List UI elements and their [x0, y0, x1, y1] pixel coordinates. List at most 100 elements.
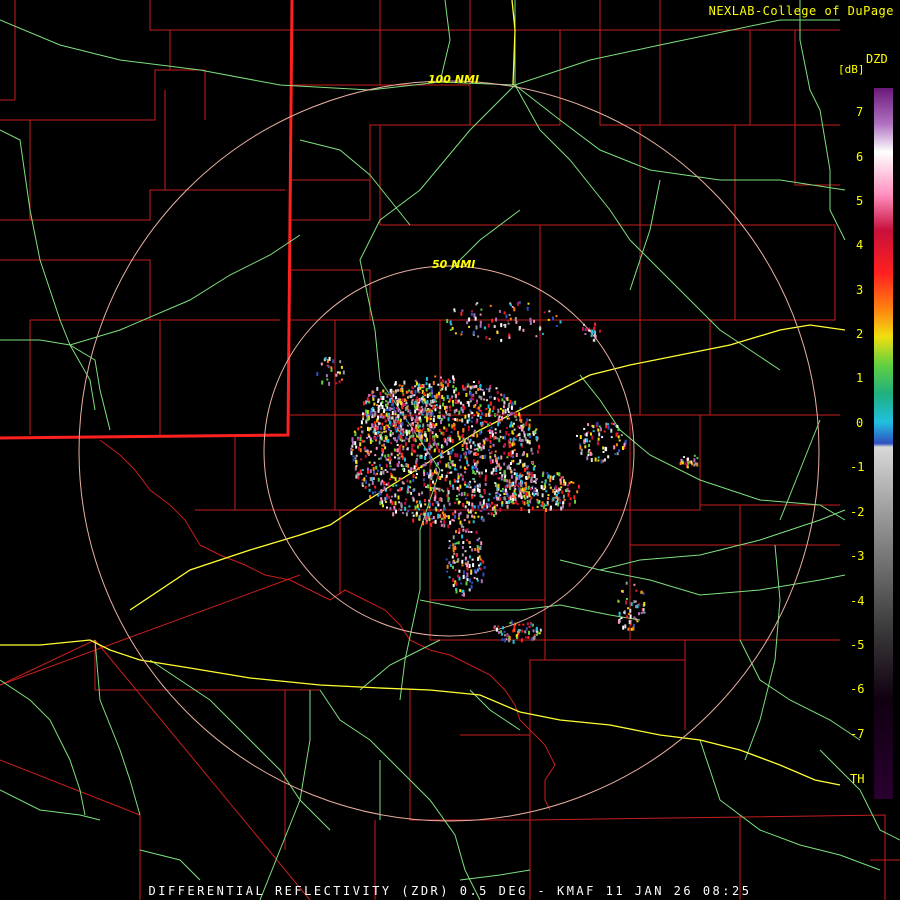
echo-pixel [683, 456, 685, 458]
echo-pixel [484, 454, 487, 459]
echo-pixel [381, 453, 384, 457]
echo-pixel [579, 443, 581, 446]
echo-pixel [461, 477, 464, 481]
echo-pixel [584, 445, 587, 449]
echo-pixel [506, 504, 509, 508]
echo-pixel [456, 498, 459, 500]
echo-pixel [471, 514, 474, 518]
echo-pixel [504, 634, 506, 637]
echo-pixel [483, 566, 486, 569]
echo-pixel [495, 413, 498, 416]
echo-pixel [521, 487, 524, 492]
echo-pixel [461, 564, 464, 567]
echo-pixel [366, 397, 369, 402]
echo-pixel [380, 471, 383, 476]
echo-pixel [541, 481, 544, 484]
echo-pixel [522, 424, 525, 427]
echo-pixel [423, 482, 426, 487]
echo-pixel [438, 395, 441, 398]
echo-pixel [478, 475, 481, 478]
echo-pixel [432, 521, 435, 524]
echo-pixel [361, 478, 364, 481]
echo-pixel [454, 332, 457, 335]
echo-pixel [549, 478, 552, 483]
echo-pixel [339, 360, 342, 364]
echo-pixel [494, 436, 497, 440]
echo-pixel [467, 530, 470, 533]
echo-pixel [357, 436, 359, 439]
echo-pixel [590, 458, 593, 462]
echo-pixel [409, 480, 412, 484]
echo-pixel [568, 481, 571, 484]
echo-pixel [422, 463, 425, 467]
echo-pixel [426, 394, 429, 398]
echo-pixel [463, 442, 466, 445]
echo-pixel [488, 410, 491, 415]
echo-pixel [499, 497, 502, 501]
echo-pixel [425, 387, 428, 391]
echo-pixel [422, 522, 425, 526]
echo-pixel [542, 471, 545, 475]
echo-pixel [462, 570, 465, 575]
echo-pixel [589, 451, 592, 456]
echo-pixel [446, 471, 449, 474]
echo-pixel [419, 416, 421, 420]
echo-pixel [498, 630, 500, 634]
echo-pixel [454, 502, 457, 504]
echo-pixel [464, 451, 467, 456]
echo-pixel [401, 487, 403, 490]
echo-pixel [450, 431, 453, 434]
echo-pixel [394, 493, 397, 498]
echo-pixel [367, 393, 370, 397]
echo-pixel [411, 511, 414, 514]
echo-pixel [415, 427, 418, 429]
echo-pixel [441, 469, 444, 472]
echo-pixel [424, 456, 427, 460]
echo-pixel [482, 560, 485, 564]
echo-pixel [640, 612, 643, 615]
echo-pixel [478, 555, 481, 559]
echo-pixel [390, 475, 393, 479]
echo-pixel [563, 499, 566, 501]
echo-pixel [587, 454, 590, 457]
echo-pixel [398, 420, 401, 425]
echo-pixel [369, 438, 372, 441]
echo-pixel [475, 384, 478, 388]
echo-pixel [388, 478, 391, 481]
echo-pixel [523, 433, 526, 438]
echo-pixel [477, 504, 480, 509]
echo-pixel [452, 535, 455, 540]
echo-pixel [696, 457, 699, 460]
echo-pixel [354, 441, 357, 446]
echo-pixel [497, 625, 500, 628]
echo-pixel [632, 623, 635, 627]
echo-pixel [518, 326, 521, 331]
echo-pixel [492, 405, 495, 410]
echo-pixel [533, 635, 536, 640]
echo-pixel [506, 427, 508, 429]
echo-pixel [483, 440, 486, 445]
echo-pixel [452, 583, 455, 587]
echo-pixel [535, 492, 537, 495]
echo-pixel [485, 469, 487, 473]
echo-pixel [442, 431, 445, 436]
echo-pixel [467, 437, 469, 441]
echo-pixel [402, 468, 405, 471]
echo-pixel [438, 411, 441, 414]
echo-pixel [417, 383, 420, 388]
echo-pixel [368, 435, 371, 438]
echo-pixel [555, 315, 558, 318]
echo-pixel [623, 611, 626, 614]
echo-pixel [372, 397, 375, 401]
echo-pixel [377, 398, 380, 402]
echo-pixel [472, 459, 475, 464]
echo-pixel [411, 447, 414, 452]
echo-pixel [544, 479, 547, 482]
echo-pixel [316, 372, 319, 377]
echo-pixel [503, 478, 506, 482]
echo-pixel [472, 330, 475, 335]
echo-pixel [473, 577, 476, 579]
echo-pixel [518, 301, 521, 305]
echo-pixel [449, 328, 452, 331]
echo-pixel [512, 438, 515, 443]
